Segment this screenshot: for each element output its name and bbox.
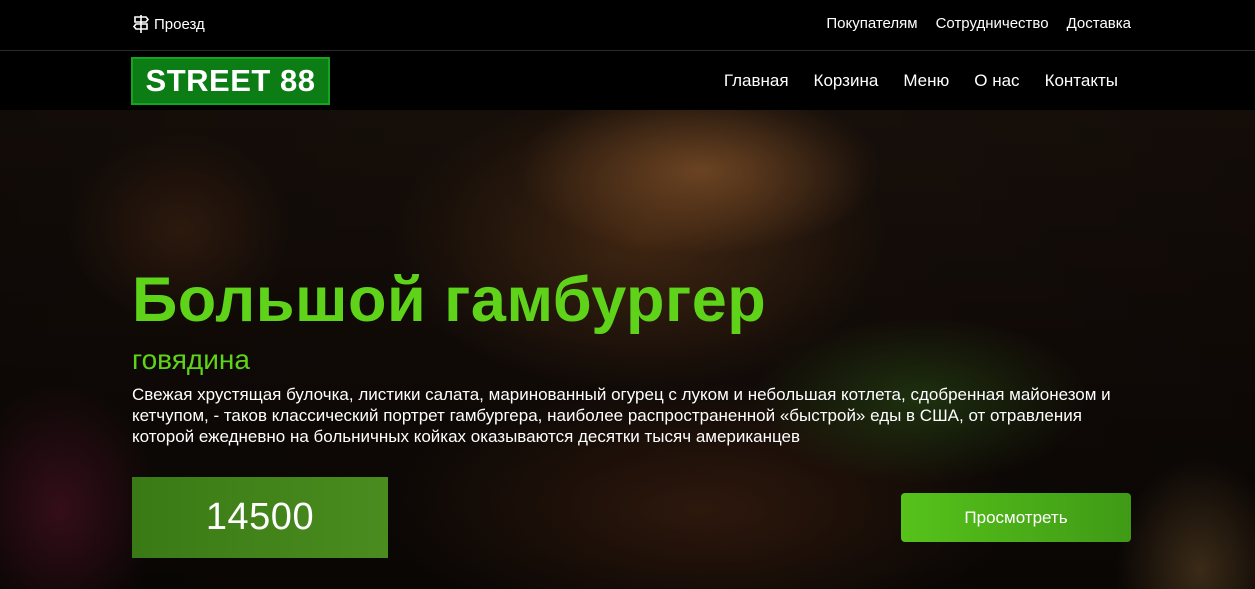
price-badge: 14500 xyxy=(132,477,388,558)
menu-item-menu[interactable]: Меню xyxy=(903,71,949,91)
menu-item-home[interactable]: Главная xyxy=(724,71,789,91)
main-navbar: STREET 88 Главная Корзина Меню О нас Кон… xyxy=(0,52,1255,110)
hero-subtitle: говядина xyxy=(132,344,250,375)
link-customers[interactable]: Покупателям xyxy=(826,15,917,32)
route-label: Проезд xyxy=(154,15,205,33)
route-link[interactable]: Проезд xyxy=(132,14,205,34)
main-menu: Главная Корзина Меню О нас Контакты xyxy=(724,71,1118,91)
hero-description: Свежая хрустящая булочка, листики салата… xyxy=(132,385,1111,446)
top-links: Покупателям Сотрудничество Доставка xyxy=(826,15,1131,32)
top-bar: Проезд Покупателям Сотрудничество Достав… xyxy=(0,0,1255,51)
menu-item-cart[interactable]: Корзина xyxy=(814,71,879,91)
signpost-icon xyxy=(132,14,150,34)
link-partnership[interactable]: Сотрудничество xyxy=(936,15,1049,32)
menu-item-about[interactable]: О нас xyxy=(974,71,1019,91)
hero-banner: Большой гамбургер говядина Свежая хрустя… xyxy=(0,110,1255,589)
link-delivery[interactable]: Доставка xyxy=(1067,15,1131,32)
menu-item-contacts[interactable]: Контакты xyxy=(1045,71,1118,91)
hero-title: Большой гамбургер xyxy=(132,265,767,335)
logo[interactable]: STREET 88 xyxy=(131,57,330,105)
view-button[interactable]: Просмотреть xyxy=(901,493,1131,542)
